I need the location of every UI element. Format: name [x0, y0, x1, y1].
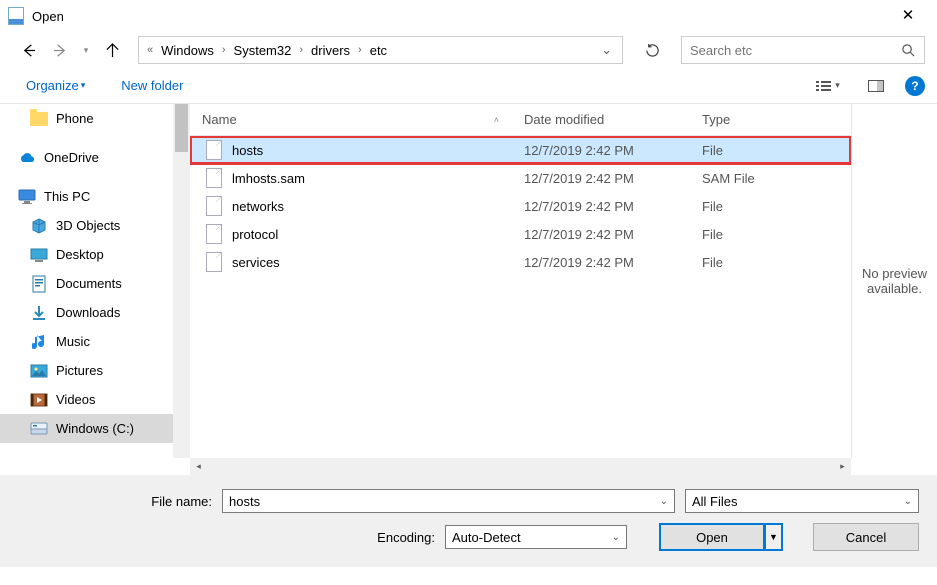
refresh-button[interactable]: [635, 36, 669, 64]
nav-up-button[interactable]: [98, 36, 126, 64]
breadcrumb-item[interactable]: etc: [366, 43, 391, 58]
drive-icon: [30, 420, 48, 438]
file-icon: [206, 140, 222, 160]
file-date: 12/7/2019 2:42 PM: [512, 255, 690, 270]
file-date: 12/7/2019 2:42 PM: [512, 171, 690, 186]
file-name: hosts: [232, 143, 263, 158]
file-icon: [206, 224, 222, 244]
encoding-label: Encoding:: [377, 530, 435, 545]
file-row[interactable]: protocol 12/7/2019 2:42 PMFile: [190, 220, 851, 248]
tree-item-this-pc[interactable]: This PC: [0, 182, 190, 211]
chevron-right-icon[interactable]: ›: [354, 44, 366, 56]
window-title: Open: [32, 9, 885, 24]
search-input-container[interactable]: [681, 36, 925, 64]
filename-input[interactable]: [229, 494, 660, 509]
file-type: File: [690, 143, 735, 158]
nav-forward-button[interactable]: [46, 36, 74, 64]
filename-history-dropdown[interactable]: ⌄: [660, 496, 668, 507]
close-button[interactable]: ✕: [885, 1, 931, 31]
folder-icon: [30, 110, 48, 128]
file-name: networks: [232, 199, 284, 214]
sort-ascending-icon: ˄: [494, 115, 499, 125]
filename-label: File name:: [18, 494, 212, 509]
nav-back-button[interactable]: [14, 36, 42, 64]
address-bar[interactable]: « Windows › System32 › drivers › etc ⌄: [138, 36, 623, 64]
tree-item-downloads[interactable]: Downloads: [0, 298, 190, 327]
file-icon: [206, 168, 222, 188]
search-icon[interactable]: [901, 43, 916, 58]
nav-recent-dropdown[interactable]: ▾: [78, 36, 94, 64]
encoding-select[interactable]: Auto-Detect⌄: [445, 525, 627, 549]
column-header-date[interactable]: Date modified: [512, 104, 690, 135]
file-icon: [206, 196, 222, 216]
new-folder-button[interactable]: New folder: [113, 74, 191, 97]
notepad-icon: [8, 7, 24, 25]
downloads-icon: [30, 304, 48, 322]
tree-item-desktop[interactable]: Desktop: [0, 240, 190, 269]
tree-item-pictures[interactable]: Pictures: [0, 356, 190, 385]
file-row[interactable]: services 12/7/2019 2:42 PMFile: [190, 248, 851, 276]
breadcrumb-item[interactable]: drivers: [307, 43, 354, 58]
sidebar-scrollbar[interactable]: [173, 104, 190, 458]
tree-item-phone[interactable]: Phone: [0, 104, 190, 133]
scroll-left-arrow[interactable]: ◂: [190, 458, 207, 475]
chevron-right-icon[interactable]: ›: [295, 44, 307, 56]
file-type: SAM File: [690, 171, 767, 186]
file-name: lmhosts.sam: [232, 171, 305, 186]
file-row[interactable]: hosts 12/7/2019 2:42 PMFile: [190, 136, 851, 164]
breadcrumb-overflow-icon[interactable]: «: [143, 44, 157, 56]
file-name: services: [232, 255, 280, 270]
file-icon: [206, 252, 222, 272]
organize-menu[interactable]: Organize▾: [20, 74, 91, 97]
file-row[interactable]: networks 12/7/2019 2:42 PMFile: [190, 192, 851, 220]
chevron-right-icon[interactable]: ›: [218, 44, 230, 56]
help-button[interactable]: ?: [905, 76, 925, 96]
filelist-h-scrollbar[interactable]: ◂ ▸: [190, 458, 851, 475]
scroll-right-arrow[interactable]: ▸: [834, 458, 851, 475]
pc-icon: [18, 188, 36, 206]
breadcrumb-item[interactable]: System32: [230, 43, 296, 58]
tree-item-music[interactable]: Music: [0, 327, 190, 356]
preview-pane-toggle[interactable]: [859, 73, 893, 99]
documents-icon: [30, 275, 48, 293]
filename-field[interactable]: ⌄: [222, 489, 675, 513]
open-button[interactable]: Open: [659, 523, 765, 551]
tree-item-3d-objects[interactable]: 3D Objects: [0, 211, 190, 240]
navigation-tree[interactable]: Phone OneDrive This PC3D ObjectsDesktopDoc…: [0, 104, 190, 458]
file-type: File: [690, 255, 735, 270]
address-history-dropdown[interactable]: ⌄: [595, 42, 618, 58]
file-type: File: [690, 199, 735, 214]
file-type-filter[interactable]: All Files⌄: [685, 489, 919, 513]
tree-item-videos[interactable]: Videos: [0, 385, 190, 414]
file-type: File: [690, 227, 735, 242]
tree-item-onedrive[interactable]: OneDrive: [0, 143, 190, 172]
view-mode-button[interactable]: ▾: [805, 73, 851, 99]
file-date: 12/7/2019 2:42 PM: [512, 199, 690, 214]
pictures-icon: [30, 362, 48, 380]
cancel-button[interactable]: Cancel: [813, 523, 919, 551]
file-row[interactable]: lmhosts.sam 12/7/2019 2:42 PMSAM File: [190, 164, 851, 192]
file-name: protocol: [232, 227, 278, 242]
desktop-icon: [30, 246, 48, 264]
open-split-dropdown[interactable]: ▼: [765, 523, 783, 551]
music-icon: [30, 333, 48, 351]
column-header-type[interactable]: Type: [690, 104, 851, 135]
videos-icon: [30, 391, 48, 409]
file-date: 12/7/2019 2:42 PM: [512, 143, 690, 158]
file-date: 12/7/2019 2:42 PM: [512, 227, 690, 242]
preview-pane: No preview available.: [851, 104, 937, 458]
tree-item-windows-c-[interactable]: Windows (C:): [0, 414, 190, 443]
tree-item-documents[interactable]: Documents: [0, 269, 190, 298]
column-header-name[interactable]: Name˄: [190, 104, 512, 135]
onedrive-icon: [18, 149, 36, 167]
breadcrumb-item[interactable]: Windows: [157, 43, 218, 58]
3d-icon: [30, 217, 48, 235]
search-input[interactable]: [690, 43, 901, 58]
